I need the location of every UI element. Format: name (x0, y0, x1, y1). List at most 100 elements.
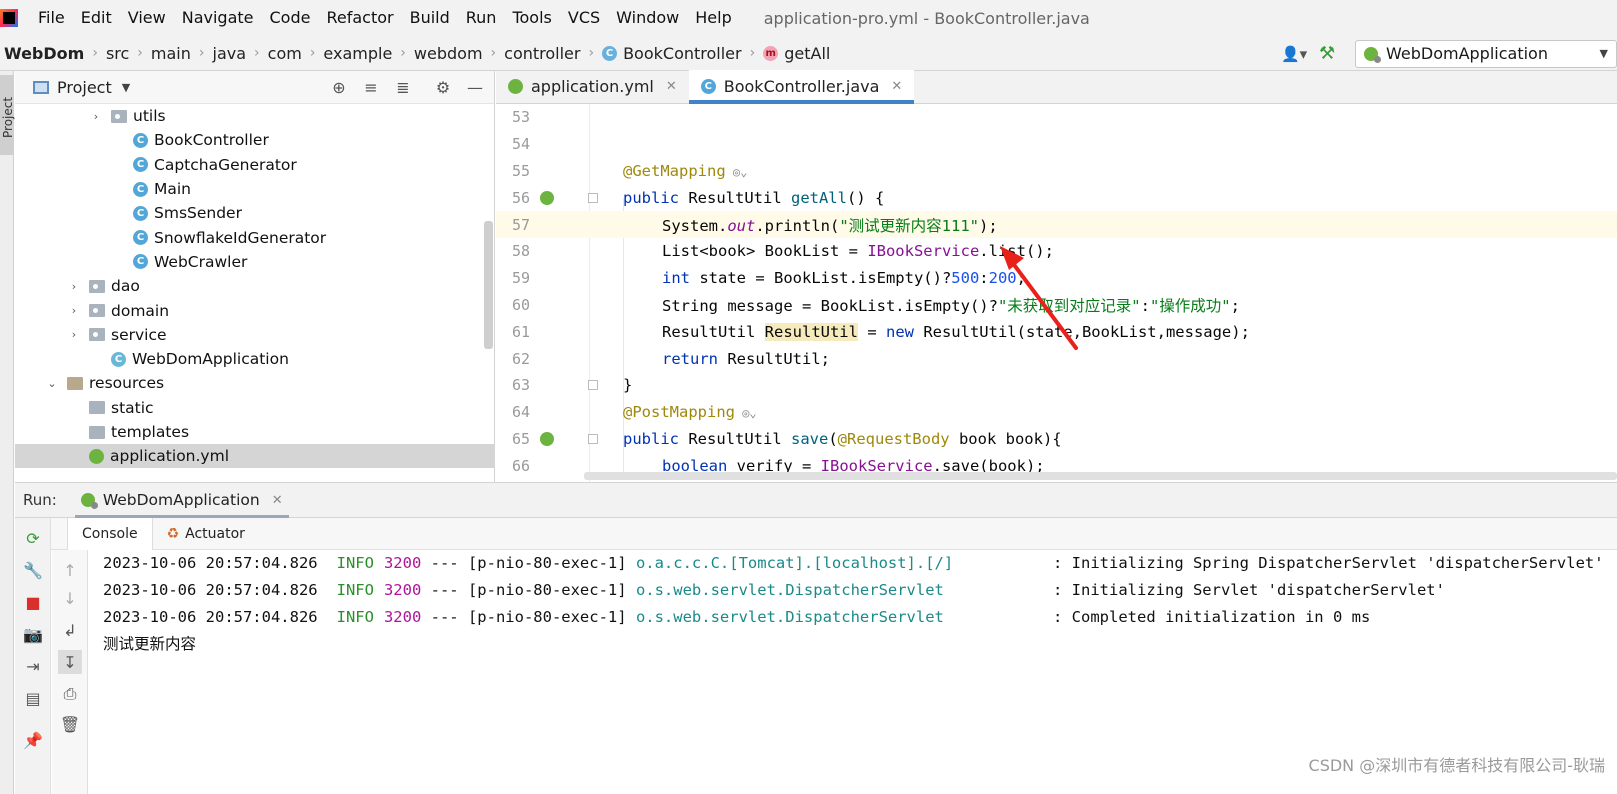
menu-item-tools[interactable]: Tools (504, 0, 559, 36)
camera-icon[interactable]: 📷 (21, 622, 45, 646)
code-line[interactable]: 56 public ResultUtil getAll() { (496, 184, 1617, 211)
tab-actuator[interactable]: ♻ Actuator (153, 518, 259, 550)
menu-item-vcs[interactable]: VCS (560, 0, 608, 36)
chevron-right-icon[interactable]: › (68, 304, 80, 317)
stop-icon[interactable]: ■ (21, 590, 45, 614)
build-hammer-icon[interactable]: ⚒ (1319, 43, 1343, 65)
tree-scrollbar[interactable] (484, 221, 493, 349)
menu-item-refactor[interactable]: Refactor (318, 0, 401, 36)
spring-request-mapping-icon[interactable] (540, 431, 554, 446)
log-level: INFO (336, 554, 374, 572)
code-line[interactable]: 63} (496, 372, 1617, 399)
tree-item[interactable]: C CaptchaGenerator (15, 153, 495, 177)
breadcrumb-item[interactable]: src (106, 44, 129, 63)
menu-item-build[interactable]: Build (402, 0, 458, 36)
code-line[interactable]: 64 @PostMapping ◎⌄ (496, 399, 1617, 426)
chevron-right-icon[interactable]: › (90, 110, 102, 123)
code-line[interactable]: 62 return ResultUtil; (496, 345, 1617, 372)
gear-icon[interactable]: ⚙ (434, 76, 452, 98)
scroll-to-end-icon[interactable]: ↧ (58, 650, 82, 674)
close-icon[interactable]: ✕ (891, 79, 902, 94)
tab-console[interactable]: Console (67, 517, 153, 550)
chevron-down-icon[interactable]: ⌄ (46, 377, 58, 390)
tree-item[interactable]: templates (15, 420, 495, 444)
code-line[interactable]: 53 (496, 104, 1617, 131)
breadcrumb-item[interactable]: webdom (414, 44, 483, 63)
user-icon[interactable]: 👤▾ (1281, 44, 1311, 64)
collapse-all-icon[interactable]: ≣ (394, 76, 412, 98)
print-icon[interactable]: ⎙ (58, 682, 82, 706)
tree-item[interactable]: ⌄ resources (15, 371, 495, 395)
menu-item-run[interactable]: Run (458, 0, 505, 36)
chevron-right-icon[interactable]: › (68, 328, 80, 341)
code-line[interactable]: 58 List<book> BookList = IBookService.lis… (496, 238, 1617, 265)
run-toolbar: ⟳ 🔧 ■ 📷 ⇥ ▤ 📌 (15, 518, 51, 794)
tree-item[interactable]: C SmsSender (15, 201, 495, 225)
tree-item[interactable]: › domain (15, 298, 495, 322)
exit-icon[interactable]: ⇥ (21, 654, 45, 678)
menu-item-help[interactable]: Help (687, 0, 739, 36)
arrow-down-icon[interactable]: ↓ (58, 586, 82, 610)
code-line[interactable]: 57 System.out.println("测试更新内容111"); (496, 211, 1617, 238)
chevron-right-icon[interactable]: › (68, 280, 80, 293)
tree-item[interactable]: C BookController (15, 128, 495, 152)
code-line[interactable]: 54 (496, 131, 1617, 158)
tree-item[interactable]: C Main (15, 177, 495, 201)
breadcrumb-item[interactable]: m getAll (763, 44, 830, 63)
chevron-down-icon[interactable]: ▼ (122, 81, 130, 94)
editor-tab[interactable]: application.yml ✕ (496, 70, 689, 103)
web-endpoint-icon[interactable]: ◎⌄ (726, 165, 747, 179)
tree-item[interactable]: C WebDomApplication (15, 347, 495, 371)
breadcrumb-item[interactable]: controller (504, 44, 580, 63)
code-line[interactable]: 61 ResultUtil ResultUtil = new ResultUtil… (496, 318, 1617, 345)
code-token: "测试更新内容111" (839, 216, 979, 235)
tree-item[interactable]: › service (15, 323, 495, 347)
tree-item[interactable]: application.yml (15, 444, 495, 469)
menu-item-edit[interactable]: Edit (73, 0, 120, 36)
editor-tab[interactable]: C BookController.java ✕ (688, 70, 915, 104)
breadcrumb-item[interactable]: example (323, 44, 392, 63)
menu-item-file[interactable]: File (30, 0, 73, 36)
arrow-up-icon[interactable]: ↑ (58, 558, 82, 582)
menu-item-window[interactable]: Window (608, 0, 687, 36)
code-area[interactable]: 53 54 55 @GetMapping ◎⌄ 56 public ResultUtil … (496, 104, 1617, 482)
trash-icon[interactable]: 🗑 (58, 712, 82, 736)
spring-request-mapping-icon[interactable] (540, 190, 554, 205)
project-tool-label[interactable]: Project (1, 78, 15, 138)
breadcrumb-item[interactable]: WebDom (0, 44, 84, 63)
soft-wrap-icon[interactable]: ↲ (58, 618, 82, 642)
fold-marker-icon[interactable] (588, 380, 598, 391)
code-line[interactable]: 60 String message = BookList.isEmpty()?"未… (496, 292, 1617, 319)
web-endpoint-icon[interactable]: ◎⌄ (735, 406, 756, 420)
tree-item[interactable]: static (15, 396, 495, 420)
project-panel-title[interactable]: Project (57, 78, 112, 97)
breadcrumb-item[interactable]: C BookController (602, 44, 742, 63)
menu-item-code[interactable]: Code (262, 0, 319, 36)
breadcrumb-item[interactable]: java (213, 44, 247, 63)
editor-horizontal-scrollbar[interactable] (584, 472, 1617, 480)
expand-all-icon[interactable]: ≡ (362, 76, 380, 98)
breadcrumb-item[interactable]: main (151, 44, 191, 63)
code-line[interactable]: 55 @GetMapping ◎⌄ (496, 158, 1617, 185)
layout-icon[interactable]: ▤ (21, 686, 45, 710)
pin-icon[interactable]: 📌 (21, 728, 45, 752)
fold-marker-icon[interactable] (588, 192, 598, 203)
tree-item[interactable]: › utils (15, 104, 495, 128)
code-line[interactable]: 65 public ResultUtil save(@RequestBody bo… (496, 426, 1617, 453)
tree-item[interactable]: C WebCrawler (15, 250, 495, 274)
menu-item-view[interactable]: View (120, 0, 174, 36)
close-icon[interactable]: ✕ (272, 493, 283, 508)
tree-item[interactable]: C SnowflakeIdGenerator (15, 225, 495, 249)
code-line[interactable]: 59 int state = BookList.isEmpty()?500:200… (496, 265, 1617, 292)
run-tab-webdomapplication[interactable]: WebDomApplication ✕ (74, 483, 289, 518)
locate-file-icon[interactable]: ⊕ (330, 76, 348, 98)
menu-item-navigate[interactable]: Navigate (174, 0, 262, 36)
breadcrumb-item[interactable]: com (268, 44, 302, 63)
wrench-icon[interactable]: 🔧 (21, 558, 45, 582)
hide-panel-icon[interactable]: — (466, 76, 484, 98)
close-icon[interactable]: ✕ (666, 79, 677, 94)
run-configuration-select[interactable]: WebDomApplication ▼ (1355, 39, 1617, 68)
tree-item[interactable]: › dao (15, 274, 495, 298)
fold-marker-icon[interactable] (588, 433, 598, 444)
rerun-icon[interactable]: ⟳ (21, 526, 45, 550)
